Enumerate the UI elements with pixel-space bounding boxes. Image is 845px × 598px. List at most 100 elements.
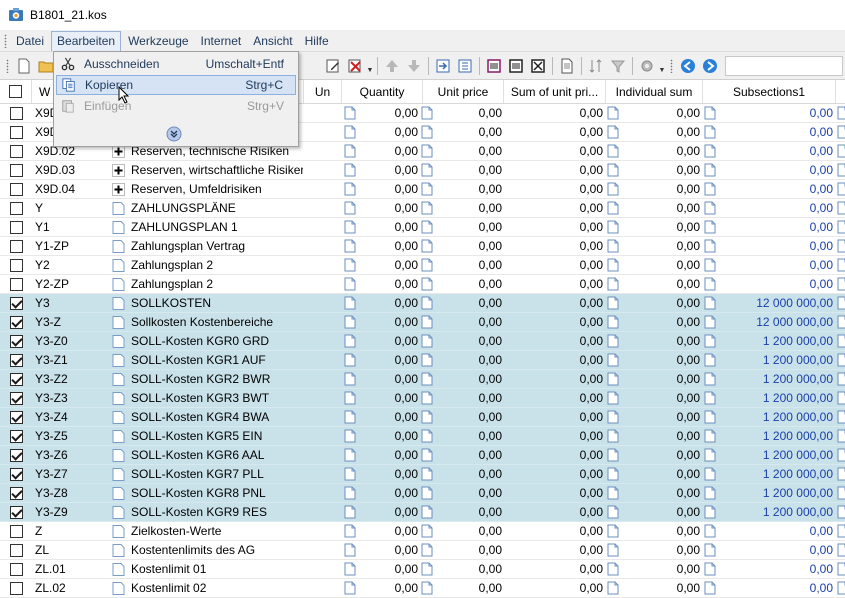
table-row[interactable]: Y3-Z8 SOLL-Kosten KGR8 PNL 0,00 0,00 0,00 0,0… (0, 484, 845, 503)
individual-doc-icon[interactable] (704, 163, 716, 177)
unit-price-doc-icon[interactable] (421, 429, 433, 443)
quantity-doc-icon[interactable] (344, 125, 356, 139)
subsections-doc-icon[interactable] (837, 353, 845, 367)
sum-doc-icon[interactable] (607, 220, 619, 234)
menubar-grip[interactable] (4, 33, 7, 48)
subsections-doc-icon[interactable] (837, 220, 845, 234)
clear-selection-button[interactable] (528, 56, 548, 76)
row-checkbox-cell[interactable] (0, 408, 32, 426)
table-row[interactable]: ZL Kostentenlimits des AG 0,00 0,00 0,00 0,00… (0, 541, 845, 560)
row-checkbox-cell[interactable] (0, 484, 32, 502)
table-row[interactable]: Y3-Z1 SOLL-Kosten KGR1 AUF 0,00 0,00 0,00 0,0… (0, 351, 845, 370)
unit-price-doc-icon[interactable] (421, 543, 433, 557)
header-unit-price[interactable]: Unit price (423, 80, 504, 103)
row-checkbox[interactable] (9, 429, 23, 443)
sum-doc-icon[interactable] (607, 486, 619, 500)
sum-doc-icon[interactable] (607, 296, 619, 310)
row-checkbox-cell[interactable] (0, 180, 32, 198)
delete-button[interactable] (345, 56, 365, 76)
row-checkbox[interactable] (9, 391, 23, 405)
row-checkbox[interactable] (9, 296, 23, 310)
quantity-doc-icon[interactable] (344, 372, 356, 386)
sum-doc-icon[interactable] (607, 334, 619, 348)
quantity-doc-icon[interactable] (344, 277, 356, 291)
menu-bearbeiten[interactable]: Bearbeiten (51, 30, 122, 51)
individual-doc-icon[interactable] (704, 220, 716, 234)
row-checkbox-cell[interactable] (0, 237, 32, 255)
individual-doc-icon[interactable] (704, 467, 716, 481)
table-row[interactable]: X9D.03 Reserven, wirtschaftliche Risiken 0… (0, 161, 845, 180)
sum-doc-icon[interactable] (607, 372, 619, 386)
subsections-doc-icon[interactable] (837, 125, 845, 139)
unit-price-doc-icon[interactable] (421, 144, 433, 158)
row-checkbox-cell[interactable] (0, 142, 32, 160)
unit-price-doc-icon[interactable] (421, 239, 433, 253)
row-checkbox[interactable] (9, 448, 23, 462)
subsections-doc-icon[interactable] (837, 372, 845, 386)
quantity-doc-icon[interactable] (344, 258, 356, 272)
unit-price-doc-icon[interactable] (421, 258, 433, 272)
quantity-doc-icon[interactable] (344, 353, 356, 367)
individual-doc-icon[interactable] (704, 353, 716, 367)
subsections-doc-icon[interactable] (837, 106, 845, 120)
unit-price-doc-icon[interactable] (421, 410, 433, 424)
row-checkbox[interactable] (9, 410, 23, 424)
toolbar-grip[interactable] (670, 58, 673, 73)
unit-price-doc-icon[interactable] (421, 486, 433, 500)
quantity-doc-icon[interactable] (344, 410, 356, 424)
row-checkbox-cell[interactable] (0, 104, 32, 122)
table-row[interactable]: X9D.04 Reserven, Umfeldrisiken 0,00 0,00 0,0… (0, 180, 845, 199)
individual-doc-icon[interactable] (704, 315, 716, 329)
subsections-doc-icon[interactable] (837, 581, 845, 595)
subsections-doc-icon[interactable] (837, 201, 845, 215)
import-button[interactable] (433, 56, 453, 76)
subsections-doc-icon[interactable] (837, 429, 845, 443)
row-checkbox-cell[interactable] (0, 389, 32, 407)
quantity-doc-icon[interactable] (344, 315, 356, 329)
row-checkbox-cell[interactable] (0, 332, 32, 350)
expand-plus-icon[interactable] (112, 183, 125, 196)
row-checkbox[interactable] (9, 524, 23, 538)
quantity-doc-icon[interactable] (344, 543, 356, 557)
unit-price-doc-icon[interactable] (421, 505, 433, 519)
row-checkbox[interactable] (9, 315, 23, 329)
unit-price-doc-icon[interactable] (421, 315, 433, 329)
individual-doc-icon[interactable] (704, 372, 716, 386)
individual-doc-icon[interactable] (704, 524, 716, 538)
subsections-doc-icon[interactable] (837, 239, 845, 253)
quantity-doc-icon[interactable] (344, 182, 356, 196)
table-row[interactable]: Y3-Z6 SOLL-Kosten KGR6 AAL 0,00 0,00 0,00 0,0… (0, 446, 845, 465)
subsections-doc-icon[interactable] (837, 258, 845, 272)
unit-price-doc-icon[interactable] (421, 125, 433, 139)
table-row[interactable]: Y3-Z7 SOLL-Kosten KGR7 PLL 0,00 0,00 0,00 0,0… (0, 465, 845, 484)
table-row[interactable]: Y3-Z0 SOLL-Kosten KGR0 GRD 0,00 0,00 0,00 0,0… (0, 332, 845, 351)
row-checkbox-cell[interactable] (0, 161, 32, 179)
table-row[interactable]: Y ZAHLUNGSPLÄNE 0,00 0,00 0,00 0,00 0,00 (0, 199, 845, 218)
menu-internet[interactable]: Internet (196, 31, 247, 51)
subsections-doc-icon[interactable] (837, 562, 845, 576)
unit-price-doc-icon[interactable] (421, 448, 433, 462)
quantity-doc-icon[interactable] (344, 448, 356, 462)
individual-doc-icon[interactable] (704, 334, 716, 348)
sort-button[interactable] (586, 56, 606, 76)
unit-price-doc-icon[interactable] (421, 182, 433, 196)
table-row[interactable]: Y1-ZP Zahlungsplan Vertrag 0,00 0,00 0,00 0,0… (0, 237, 845, 256)
sum-doc-icon[interactable] (607, 429, 619, 443)
quantity-doc-icon[interactable] (344, 296, 356, 310)
sum-doc-icon[interactable] (607, 201, 619, 215)
table-row[interactable]: Y1 ZAHLUNGSPLAN 1 0,00 0,00 0,00 0,00 0,00 (0, 218, 845, 237)
individual-doc-icon[interactable] (704, 410, 716, 424)
row-checkbox-cell[interactable] (0, 218, 32, 236)
header-subsections[interactable]: Subsections1 (703, 80, 836, 103)
sum-doc-icon[interactable] (607, 277, 619, 291)
unit-price-doc-icon[interactable] (421, 201, 433, 215)
row-checkbox-cell[interactable] (0, 427, 32, 445)
sum-doc-icon[interactable] (607, 543, 619, 557)
quantity-doc-icon[interactable] (344, 524, 356, 538)
row-checkbox[interactable] (9, 258, 23, 272)
row-checkbox[interactable] (9, 486, 23, 500)
subsections-doc-icon[interactable] (837, 277, 845, 291)
select-all-checkbox[interactable] (9, 85, 22, 98)
row-checkbox[interactable] (9, 239, 23, 253)
row-checkbox[interactable] (9, 543, 23, 557)
